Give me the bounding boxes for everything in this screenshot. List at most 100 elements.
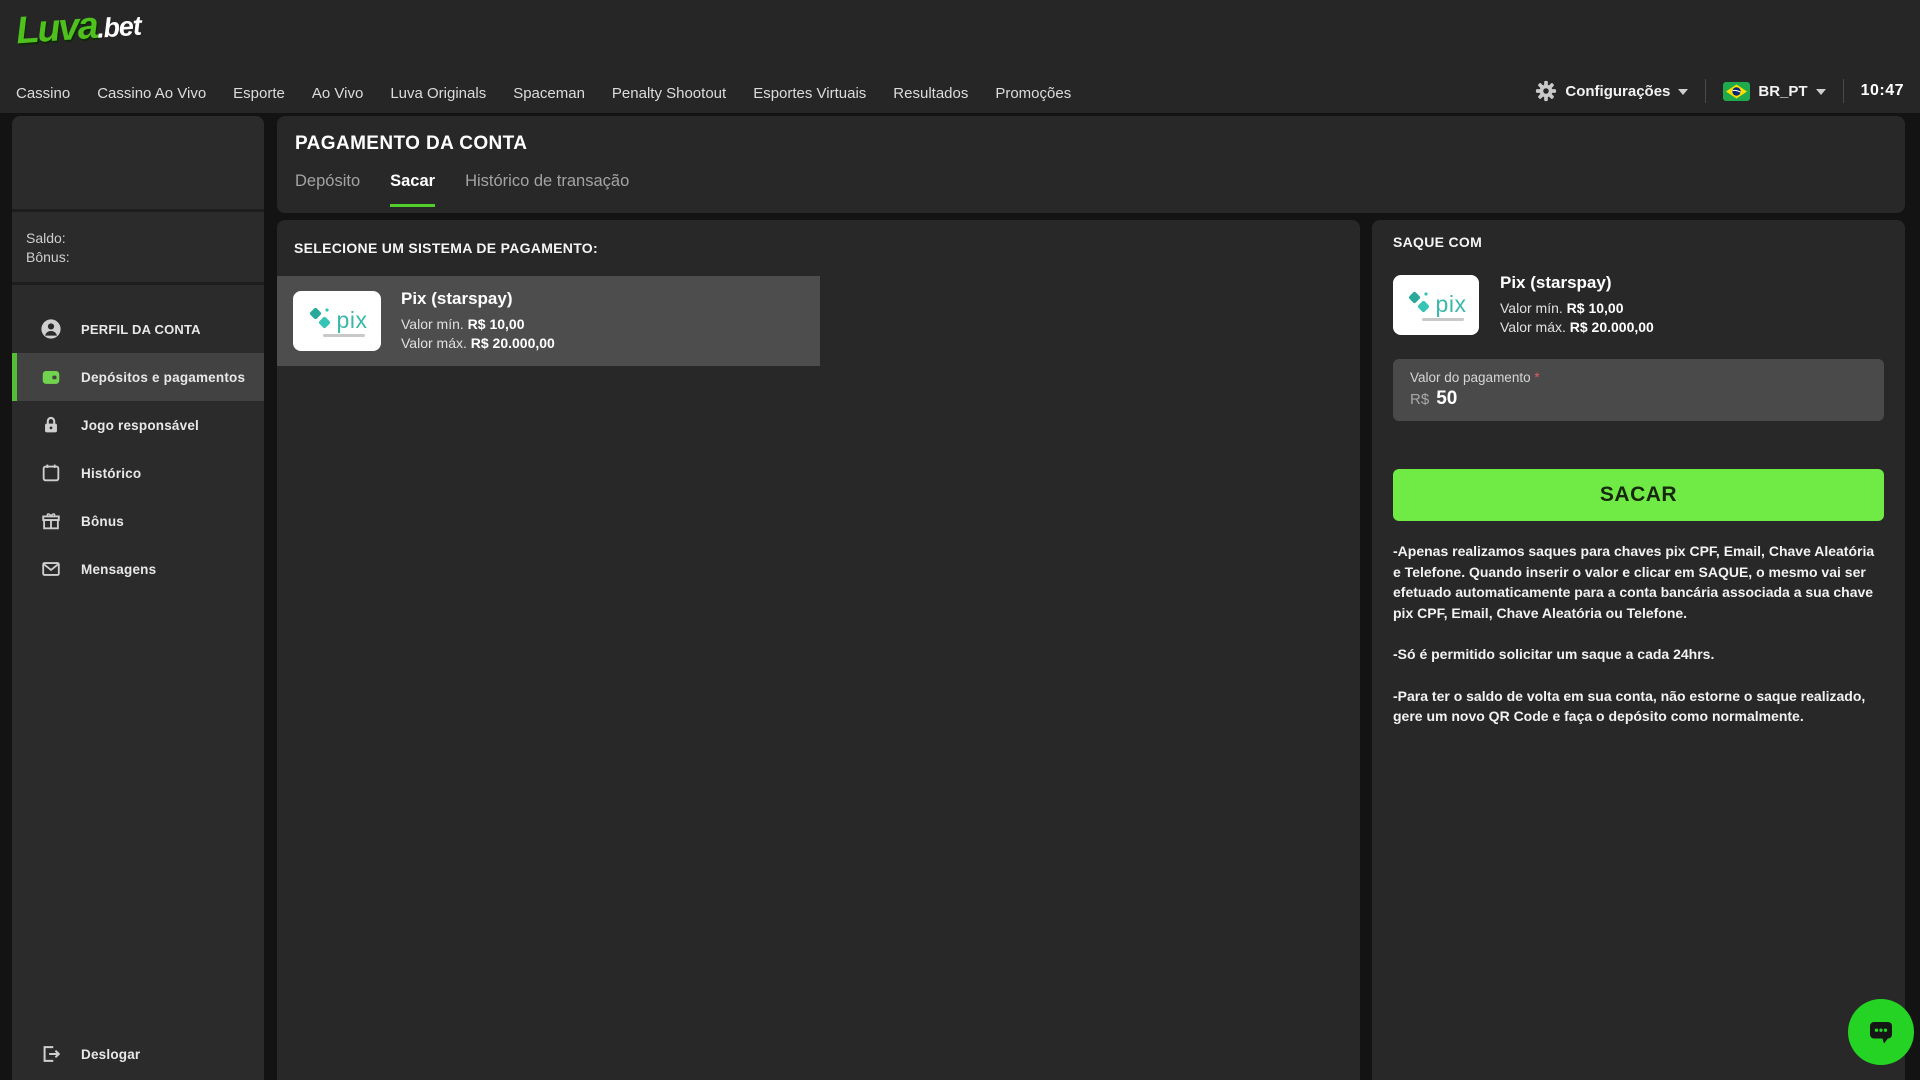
payment-method-min: Valor mín. R$ 10,00 [1500, 299, 1654, 318]
saldo-label: Saldo: [26, 230, 66, 246]
payment-header-panel: PAGAMENTO DA CONTA Depósito Sacar Histór… [277, 116, 1905, 213]
withdraw-method-info: Pix (starspay) Valor mín. R$ 10,00 Valor… [1500, 273, 1654, 337]
logout-button[interactable]: Deslogar [12, 1030, 264, 1078]
nav-item-cassino[interactable]: Cassino [16, 85, 70, 102]
pix-mark-icon [1408, 291, 1429, 313]
payment-tabs: Depósito Sacar Histórico de transação [295, 172, 629, 207]
sidebar-item-historico[interactable]: Histórico [12, 449, 264, 497]
min-label: Valor mín. [401, 316, 464, 332]
withdraw-note: -Só é permitido solicitar um saque a cad… [1393, 646, 1715, 662]
nav-item-cassino-ao-vivo[interactable]: Cassino Ao Vivo [97, 85, 206, 102]
pix-logo-text: pix [1435, 291, 1467, 317]
tab-deposito[interactable]: Depósito [295, 172, 360, 207]
min-value: R$ 10,00 [1566, 300, 1624, 316]
wallet-icon [42, 371, 60, 384]
chevron-down-icon [1815, 89, 1826, 95]
withdraw-method-summary: pix Pix (starspay) Valor mín. R$ 10,00 V… [1393, 273, 1884, 337]
withdraw-panel: SAQUE COM pix Pix (starspay) Valor mín. … [1372, 220, 1905, 1080]
calendar-icon [42, 464, 60, 482]
amount-input[interactable]: Valor do pagamento * R$ 50 [1393, 359, 1884, 421]
pix-logo-subtext [1422, 318, 1464, 321]
sidebar-item-depositos-e-pagamentos[interactable]: Depósitos e pagamentos [12, 353, 264, 401]
sidebar-item-perfil-da-conta[interactable]: PERFIL DA CONTA [12, 305, 264, 353]
sidebar-user-section [12, 116, 264, 212]
min-label: Valor mín. [1500, 300, 1563, 316]
account-sidebar: Saldo: Bônus: PERFIL DA CONTA Depósitos … [12, 116, 264, 1080]
min-value: R$ 10,00 [467, 316, 525, 332]
sidebar-item-label: Jogo responsável [81, 417, 199, 433]
bonus-label: Bônus: [26, 249, 70, 265]
sidebar-item-jogo-responsavel[interactable]: Jogo responsável [12, 401, 264, 449]
sidebar-item-label: Mensagens [81, 561, 157, 577]
amount-input-value: R$ 50 [1410, 388, 1867, 410]
language-selector[interactable]: BR_PT [1723, 81, 1826, 101]
nav-item-promocoes[interactable]: Promoções [995, 85, 1071, 102]
amount-number: 50 [1436, 388, 1458, 409]
tab-historico-de-transacao[interactable]: Histórico de transação [465, 172, 629, 207]
chat-bubble-icon [1870, 1022, 1892, 1044]
amount-label-text: Valor do pagamento [1410, 370, 1531, 385]
topbar-divider [1705, 79, 1707, 103]
withdraw-note: -Apenas realizamos saques para chaves pi… [1393, 543, 1875, 621]
required-asterisk: * [1534, 370, 1540, 385]
live-chat-button[interactable] [1848, 999, 1914, 1065]
chevron-down-icon [1678, 89, 1689, 95]
pix-logo: pix [1393, 275, 1479, 335]
sidebar-item-label: Depósitos e pagamentos [81, 369, 246, 385]
sidebar-menu: PERFIL DA CONTA Depósitos e pagamentos J… [12, 285, 264, 593]
withdraw-notes: -Apenas realizamos saques para chaves pi… [1393, 541, 1884, 727]
tab-sacar[interactable]: Sacar [390, 172, 436, 207]
amount-input-label: Valor do pagamento * [1410, 370, 1867, 385]
nav-item-ao-vivo[interactable]: Ao Vivo [312, 85, 363, 102]
logout-label: Deslogar [81, 1046, 141, 1062]
brand-logo-text: Luva [14, 4, 99, 53]
nav-item-luva-originals[interactable]: Luva Originals [390, 85, 486, 102]
sidebar-item-mensagens[interactable]: Mensagens [12, 545, 264, 593]
topbar-right-cluster: Configurações BR_PT 10:47 [1535, 79, 1904, 103]
payment-method-min: Valor mín. R$ 10,00 [401, 315, 555, 334]
payment-method-card-pix[interactable]: pix Pix (starspay) Valor mín. R$ 10,00 V… [277, 276, 820, 366]
nav-item-spaceman[interactable]: Spaceman [513, 85, 585, 102]
nav-item-esportes-virtuais[interactable]: Esportes Virtuais [753, 85, 866, 102]
brand-logo[interactable]: Luva.bet [15, 2, 142, 54]
top-navigation: Cassino Cassino Ao Vivo Esporte Ao Vivo … [16, 85, 1071, 102]
sidebar-item-label: Histórico [81, 465, 142, 481]
payment-method-name: Pix (starspay) [1500, 273, 1612, 292]
pix-logo-subtext [323, 334, 365, 337]
sidebar-item-label: PERFIL DA CONTA [81, 321, 201, 337]
nav-item-resultados[interactable]: Resultados [893, 85, 968, 102]
payment-method-info: Pix (starspay) Valor mín. R$ 10,00 Valor… [401, 289, 555, 353]
sidebar-item-bonus[interactable]: Bônus [12, 497, 264, 545]
max-value: R$ 20.000,00 [470, 335, 555, 351]
nav-item-penalty-shootout[interactable]: Penalty Shootout [612, 85, 726, 102]
payment-method-max: Valor máx. R$ 20.000,00 [1500, 318, 1654, 337]
currency-prefix: R$ [1410, 391, 1430, 408]
payment-method-name: Pix (starspay) [401, 289, 513, 308]
envelope-icon [42, 562, 60, 576]
language-label: BR_PT [1758, 82, 1808, 100]
pix-logo-text: pix [336, 307, 368, 333]
nav-item-esporte[interactable]: Esporte [233, 85, 285, 102]
max-label: Valor máx. [401, 335, 467, 351]
settings-menu[interactable]: Configurações [1535, 80, 1689, 102]
page-title: PAGAMENTO DA CONTA [295, 133, 528, 154]
max-value: R$ 20.000,00 [1569, 319, 1654, 335]
balance-section: Saldo: Bônus: [12, 212, 264, 285]
gift-icon [42, 513, 60, 530]
lock-icon [45, 417, 57, 433]
brand-logo-suffix: .bet [95, 10, 142, 44]
pix-logo: pix [293, 291, 381, 351]
settings-label: Configurações [1565, 82, 1671, 100]
withdraw-note: -Para ter o saldo de volta em sua conta,… [1393, 687, 1866, 725]
gear-icon [1536, 80, 1557, 102]
withdraw-header: SAQUE COM [1393, 234, 1483, 250]
brazil-flag-icon [1723, 81, 1751, 101]
person-icon [41, 319, 61, 339]
logout-icon [43, 1046, 61, 1062]
sacar-button[interactable]: SACAR [1393, 469, 1884, 521]
max-label: Valor máx. [1500, 319, 1566, 335]
payment-method-max: Valor máx. R$ 20.000,00 [401, 334, 555, 353]
clock-time: 10:47 [1860, 82, 1904, 99]
pix-mark-icon [309, 307, 330, 329]
sidebar-item-label: Bônus [81, 513, 124, 529]
